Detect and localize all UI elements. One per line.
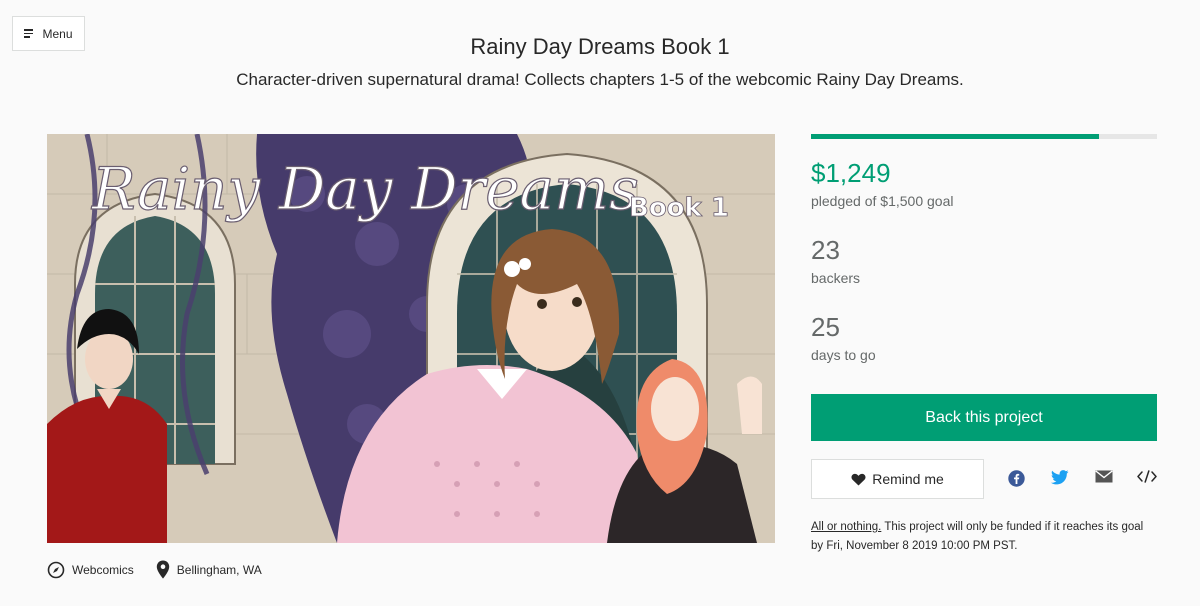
all-or-nothing-link[interactable]: All or nothing. bbox=[811, 521, 881, 533]
funding-progress-bar bbox=[811, 134, 1157, 139]
days-caption: days to go bbox=[811, 347, 876, 363]
backers-count: 23 bbox=[811, 235, 840, 265]
facebook-icon bbox=[1008, 470, 1025, 487]
backers-caption: backers bbox=[811, 270, 861, 286]
email-share-icon[interactable] bbox=[1095, 470, 1113, 483]
email-icon bbox=[1095, 470, 1113, 483]
remind-me-label: Remind me bbox=[872, 471, 944, 487]
project-title: Rainy Day Dreams Book 1 bbox=[470, 34, 730, 59]
cover-book-text: Book 1 bbox=[629, 193, 729, 223]
remind-me-button[interactable]: Remind me bbox=[811, 459, 984, 499]
project-blurb: Character-driven supernatural drama! Col… bbox=[236, 70, 964, 89]
twitter-icon bbox=[1051, 470, 1069, 485]
project-hero-image[interactable]: Rainy Day Dreams Book 1 bbox=[47, 134, 775, 543]
funding-progress-fill bbox=[811, 134, 1100, 139]
location-label: Bellingham, WA bbox=[176, 562, 262, 577]
funding-terms: All or nothing. This project will only b… bbox=[811, 518, 1157, 556]
embed-icon bbox=[1137, 470, 1157, 483]
location-link[interactable]: Bellingham, WA bbox=[156, 560, 262, 579]
pledged-caption: pledged of $1,500 goal bbox=[811, 193, 954, 209]
category-link[interactable]: Webcomics bbox=[47, 561, 134, 579]
heart-icon bbox=[851, 473, 866, 485]
category-label: Webcomics bbox=[72, 562, 134, 577]
cover-title-text: Rainy Day Dreams bbox=[91, 155, 639, 223]
twitter-share-icon[interactable] bbox=[1051, 470, 1069, 485]
project-meta: Webcomics Bellingham, WA bbox=[47, 560, 262, 579]
compass-icon bbox=[47, 561, 65, 578]
map-pin-icon bbox=[156, 560, 169, 579]
days-remaining: 25 bbox=[811, 312, 840, 342]
embed-share-icon[interactable] bbox=[1137, 470, 1157, 483]
facebook-share-icon[interactable] bbox=[1008, 470, 1025, 487]
back-project-button[interactable]: Back this project bbox=[811, 394, 1157, 441]
cover-illustration: Rainy Day Dreams Book 1 bbox=[47, 134, 775, 543]
pledged-amount: $1,249 bbox=[811, 158, 891, 188]
